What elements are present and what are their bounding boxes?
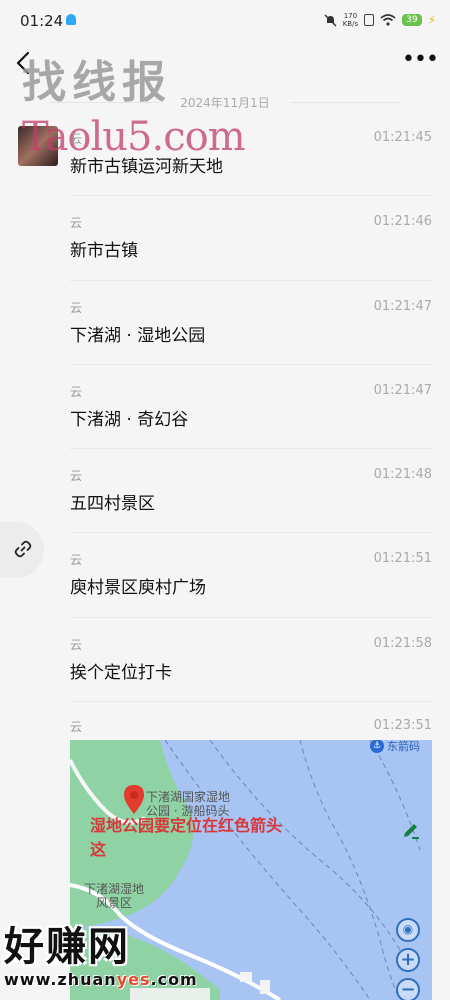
wifi-icon — [380, 14, 396, 26]
message-item[interactable]: 云 01:21:45 新市古镇运河新天地 — [70, 112, 432, 197]
message-text: 下渚湖 · 湿地公园 — [70, 325, 206, 346]
zoom-in-icon: + — [400, 949, 416, 970]
message-item[interactable]: 云 01:21:47 下渚湖 · 奇幻谷 — [70, 365, 432, 450]
message-sender: 云 — [70, 469, 83, 484]
message-time: 01:21:46 — [373, 214, 432, 230]
anchor-icon: ⚓ — [370, 740, 384, 753]
message-time: 01:21:45 — [373, 130, 432, 145]
message-item[interactable]: 云 01:21:47 下渚湖 · 湿地公园 — [70, 281, 432, 365]
map-annotation: 湿地公园要定位在红色箭头 这 — [90, 816, 283, 859]
message-text: 新市古镇运河新天地 — [70, 157, 223, 177]
message-sender: 云 — [70, 637, 83, 652]
link-float-button[interactable] — [0, 522, 44, 578]
net-speed: 170 KB/s — [342, 12, 359, 28]
locate-button[interactable]: ◉ — [396, 918, 420, 942]
message-text: 五四村景区 — [70, 494, 155, 515]
watermark-bottom-title: 好赚网 — [4, 924, 130, 970]
message-text: 庾村景区庾村广场 — [70, 578, 206, 599]
message-sender: 云 — [70, 553, 83, 568]
poi-marker: ⚓ 东箭码 — [370, 740, 420, 754]
zoom-out-button[interactable]: − — [396, 978, 420, 1000]
message-time: 01:21:47 — [373, 298, 432, 314]
edit-button[interactable] — [400, 820, 422, 842]
message-time: 01:23:51 — [373, 718, 432, 733]
location-pin-icon — [124, 785, 144, 814]
message-sender: 云 — [70, 720, 83, 734]
more-button[interactable]: ••• — [402, 48, 439, 78]
status-icons: 170 KB/s 39 ⚡ — [324, 12, 436, 28]
map-area-label: 下渚湖湿地 风景区 — [84, 882, 145, 910]
message-sender: 云 — [70, 384, 83, 399]
message-text: 挨个定位打卡 — [70, 662, 172, 683]
more-dots-icon: ••• — [402, 47, 439, 72]
charging-icon: ⚡ — [427, 13, 436, 27]
message-text: 下渚湖 · 奇幻谷 — [70, 409, 189, 430]
message-time: 01:21:58 — [373, 635, 432, 651]
locate-icon: ◉ — [402, 922, 414, 936]
pencil-icon — [404, 824, 419, 839]
battery-indicator: 39 — [402, 14, 422, 26]
message-item[interactable]: 云 01:21:58 挨个定位打卡 — [70, 618, 432, 703]
message-list: 云 01:21:45 新市古镇运河新天地 云 01:21:46 新市古镇 云 0… — [70, 112, 432, 703]
message-sender: 云 — [70, 216, 83, 231]
message-item[interactable]: 云 01:21:46 新市古镇 — [70, 196, 432, 281]
notification-icon — [66, 14, 76, 25]
message-sender: 云 — [70, 300, 83, 315]
message-item[interactable]: 云 01:21:51 庾村景区庾村广场 — [70, 533, 432, 618]
sim-icon — [364, 14, 375, 26]
message-item[interactable]: 云 01:21:48 五四村景区 — [70, 449, 432, 534]
message-time: 01:21:47 — [373, 382, 432, 398]
zoom-in-button[interactable]: + — [396, 948, 420, 972]
mute-bell-icon — [324, 14, 337, 26]
message-time: 01:21:51 — [373, 551, 432, 567]
date-separator: 2024年11月1日 — [0, 94, 450, 111]
zoom-out-icon: − — [400, 979, 416, 1000]
message-text: 新市古镇 — [70, 241, 138, 262]
watermark-bottom-url: www.zhuanyes.com — [4, 970, 198, 989]
status-bar: 01:24 170 KB/s 39 ⚡ — [0, 0, 450, 40]
message-sender: 云 — [70, 132, 83, 146]
watermark-bottom: 好赚网 www.zhuanyes.com — [4, 914, 198, 989]
link-icon — [14, 540, 32, 558]
message-time: 01:21:48 — [373, 467, 432, 483]
status-time: 01:24 — [20, 12, 64, 30]
